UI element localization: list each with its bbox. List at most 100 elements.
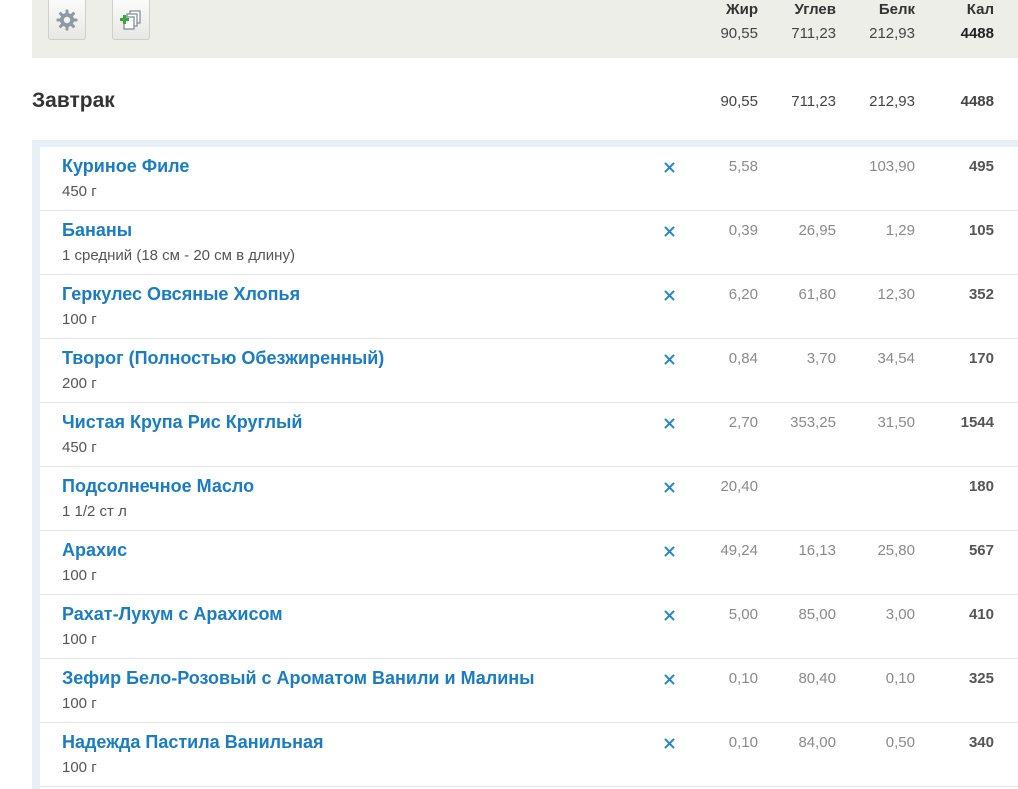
- food-item-row: Бананы 1 средний (18 см - 20 см в длину)…: [40, 211, 1018, 275]
- food-item-fat: 0,10: [728, 734, 758, 751]
- meal-kcal: 4488: [960, 93, 994, 110]
- food-item-protein: 34,54: [877, 350, 915, 367]
- food-item-name[interactable]: Надежда Пастила Ванильная: [62, 732, 324, 753]
- food-item-fat: 49,24: [720, 542, 758, 559]
- delete-item-button[interactable]: [662, 160, 676, 174]
- close-icon: [664, 162, 674, 172]
- food-item-name[interactable]: Подсолнечное Масло: [62, 476, 254, 497]
- food-item-name[interactable]: Геркулес Овсяные Хлопья: [62, 284, 300, 305]
- close-icon: [664, 418, 674, 428]
- food-item-carbs: 80,40: [798, 670, 836, 687]
- food-item-fat: 5,58: [728, 158, 758, 175]
- food-item-carbs: 16,13: [798, 542, 836, 559]
- food-item-fat: 5,00: [728, 606, 758, 623]
- food-item-row: Творог (Полностью Обезжиренный) 200 г 0,…: [40, 339, 1018, 403]
- column-carbs-header: Углев: [794, 1, 836, 18]
- delete-item-button[interactable]: [662, 608, 676, 622]
- food-item-portion: 450 г: [62, 183, 97, 200]
- food-item-fat: 20,40: [720, 478, 758, 495]
- delete-item-button[interactable]: [662, 736, 676, 750]
- column-fat-header: Жир: [726, 1, 758, 18]
- food-item-carbs: 353,25: [790, 414, 836, 431]
- total-protein: 212,93: [869, 25, 915, 42]
- food-item-kcal: 1544: [960, 414, 994, 431]
- total-fat: 90,55: [720, 25, 758, 42]
- food-item-portion: 100 г: [62, 695, 97, 712]
- summary-toolbar: Жир Углев Белк Кал 90,55 711,23 212,93 4…: [32, 0, 1018, 58]
- column-kcal-header: Кал: [966, 1, 994, 18]
- meal-fat: 90,55: [720, 93, 758, 110]
- food-item-kcal: 340: [968, 734, 994, 751]
- food-item-carbs: 85,00: [798, 606, 836, 623]
- food-item-carbs: 61,80: [798, 286, 836, 303]
- food-item-name[interactable]: Арахис: [62, 540, 127, 561]
- delete-item-button[interactable]: [662, 352, 676, 366]
- close-icon: [664, 482, 674, 492]
- food-item-carbs: 26,95: [798, 222, 836, 239]
- meal-title: Завтрак: [32, 89, 115, 112]
- food-item-kcal: 495: [968, 158, 994, 175]
- food-item-kcal: 170: [968, 350, 994, 367]
- food-item-kcal: 105: [968, 222, 994, 239]
- close-icon: [664, 674, 674, 684]
- food-item-name[interactable]: Чистая Крупа Рис Круглый: [62, 412, 302, 433]
- total-kcal: 4488: [960, 25, 994, 42]
- food-item-protein: 31,50: [877, 414, 915, 431]
- food-item-portion: 200 г: [62, 375, 97, 392]
- gear-icon: [56, 9, 78, 30]
- total-carbs: 711,23: [791, 25, 836, 42]
- food-item-fat: 2,70: [728, 414, 758, 431]
- food-item-kcal: 352: [968, 286, 994, 303]
- close-icon: [664, 226, 674, 236]
- delete-item-button[interactable]: [662, 288, 676, 302]
- food-item-row: Куриное Филе 450 г 5,58 103,90 495: [40, 147, 1018, 211]
- food-item-row: Арахис 100 г 49,24 16,13 25,80 567: [40, 531, 1018, 595]
- column-protein-header: Белк: [878, 1, 915, 18]
- food-item-protein: 103,90: [869, 158, 915, 175]
- delete-item-button[interactable]: [662, 224, 676, 238]
- close-icon: [664, 738, 674, 748]
- close-icon: [664, 610, 674, 620]
- food-item-row: Подсолнечное Масло 1 1/2 ст л 20,40 180: [40, 467, 1018, 531]
- food-item-name[interactable]: Куриное Филе: [62, 156, 189, 177]
- food-item-fat: 6,20: [728, 286, 758, 303]
- food-item-protein: 25,80: [877, 542, 915, 559]
- food-item-portion: 100 г: [62, 311, 97, 328]
- food-item-kcal: 567: [968, 542, 994, 559]
- food-item-kcal: 180: [968, 478, 994, 495]
- close-icon: [664, 354, 674, 364]
- food-item-fat: 0,39: [728, 222, 758, 239]
- meal-items-list: Куриное Филе 450 г 5,58 103,90 495 Банан…: [40, 147, 1018, 787]
- food-item-protein: 0,10: [885, 670, 915, 687]
- delete-item-button[interactable]: [662, 480, 676, 494]
- food-item-portion: 450 г: [62, 439, 97, 456]
- settings-button[interactable]: [48, 0, 86, 40]
- food-item-row: Зефир Бело-Розовый с Ароматом Ванили и М…: [40, 659, 1018, 723]
- add-copy-button[interactable]: [112, 0, 150, 40]
- food-item-row: Чистая Крупа Рис Круглый 450 г 2,70 353,…: [40, 403, 1018, 467]
- food-item-name[interactable]: Бананы: [62, 220, 132, 241]
- food-item-row: Надежда Пастила Ванильная 100 г 0,10 84,…: [40, 723, 1018, 787]
- delete-item-button[interactable]: [662, 672, 676, 686]
- food-item-name[interactable]: Рахат-Лукум с Арахисом: [62, 604, 283, 625]
- food-item-name[interactable]: Творог (Полностью Обезжиренный): [62, 348, 384, 369]
- food-item-carbs: 3,70: [806, 350, 836, 367]
- food-item-row: Геркулес Овсяные Хлопья 100 г 6,20 61,80…: [40, 275, 1018, 339]
- meal-carbs: 711,23: [791, 93, 836, 110]
- food-item-portion: 100 г: [62, 631, 97, 648]
- food-item-portion: 1 1/2 ст л: [62, 503, 127, 520]
- food-item-name[interactable]: Зефир Бело-Розовый с Ароматом Ванили и М…: [62, 668, 535, 689]
- meal-protein: 212,93: [869, 93, 915, 110]
- food-item-fat: 0,10: [728, 670, 758, 687]
- food-item-row: Рахат-Лукум с Арахисом 100 г 5,00 85,00 …: [40, 595, 1018, 659]
- food-item-carbs: 84,00: [798, 734, 836, 751]
- food-item-protein: 12,30: [877, 286, 915, 303]
- add-copy-icon: [120, 9, 141, 30]
- food-item-kcal: 410: [968, 606, 994, 623]
- close-icon: [664, 290, 674, 300]
- delete-item-button[interactable]: [662, 416, 676, 430]
- food-item-kcal: 325: [968, 670, 994, 687]
- food-item-fat: 0,84: [728, 350, 758, 367]
- delete-item-button[interactable]: [662, 544, 676, 558]
- food-item-portion: 1 средний (18 см - 20 см в длину): [62, 247, 295, 264]
